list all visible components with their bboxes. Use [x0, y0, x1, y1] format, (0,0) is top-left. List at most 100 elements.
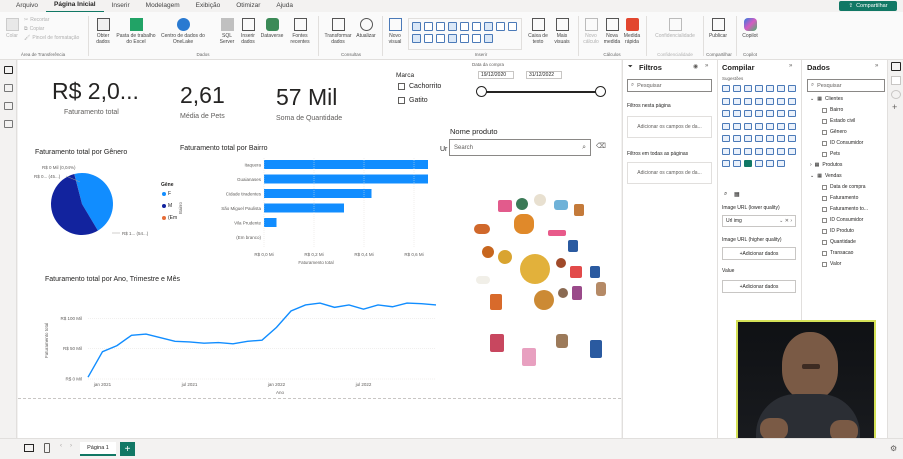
- visual-type-icon[interactable]: [733, 97, 741, 105]
- visual-type-icon[interactable]: [766, 160, 774, 167]
- gallery-visual-icon[interactable]: [448, 22, 457, 31]
- sql-server-button[interactable]: SQL Server: [218, 18, 236, 45]
- visual-type-icon[interactable]: [777, 97, 785, 105]
- visual-type-icon[interactable]: [777, 147, 785, 155]
- menu-ajuda[interactable]: Ajuda: [268, 0, 301, 12]
- visual-type-icon[interactable]: [788, 97, 796, 105]
- bar-4[interactable]: [264, 218, 277, 227]
- visual-type-icon[interactable]: [788, 147, 796, 155]
- visual-type-icon[interactable]: [744, 97, 752, 105]
- visual-type-icon[interactable]: [744, 122, 752, 130]
- date-slider-start-handle[interactable]: [476, 86, 487, 97]
- field-item[interactable]: Faturamento: [822, 195, 858, 201]
- field-item[interactable]: Faturamento to...: [822, 206, 868, 212]
- new-visual-button[interactable]: Novo visual: [385, 18, 405, 45]
- line-series[interactable]: [87, 302, 437, 378]
- bar-1[interactable]: [264, 174, 428, 184]
- dataverse-button[interactable]: Dataverse: [258, 18, 286, 39]
- collapse-icon[interactable]: »: [705, 63, 708, 69]
- onelake-button[interactable]: Centro de dados do OneLake: [160, 18, 206, 45]
- mobile-view-icon[interactable]: [44, 443, 50, 453]
- new-calc-button[interactable]: Novo cálculo: [580, 18, 602, 45]
- visual-type-icon[interactable]: [766, 85, 774, 92]
- field-item[interactable]: Bairro: [822, 107, 843, 113]
- gallery-visual-icon[interactable]: [508, 22, 517, 31]
- gallery-visual-icon[interactable]: [460, 34, 469, 43]
- date-start-input[interactable]: 19/12/2020: [478, 71, 514, 79]
- fields-tab-icon[interactable]: ⌕: [724, 191, 727, 198]
- data-search-input[interactable]: ⌕ Pesquisar: [807, 79, 885, 92]
- copilot-button[interactable]: Copilot: [738, 18, 762, 39]
- visual-type-icon[interactable]: [766, 135, 774, 142]
- filters-search-input[interactable]: ⌕ Pesquisar: [627, 79, 712, 92]
- visual-type-icon[interactable]: [755, 147, 763, 155]
- visual-type-icon[interactable]: [744, 135, 752, 142]
- visual-type-icon[interactable]: [788, 110, 796, 117]
- visual-type-icon[interactable]: [766, 122, 774, 130]
- format-tab-icon[interactable]: ▦: [734, 191, 740, 198]
- menu-arquivo[interactable]: Arquivo: [8, 0, 46, 12]
- format-painter-button[interactable]: 🖌 Pincel de formatação: [24, 35, 79, 41]
- visual-type-icon[interactable]: [722, 147, 730, 155]
- gallery-visual-icon[interactable]: [412, 34, 421, 43]
- build-pane-icon[interactable]: [891, 76, 901, 85]
- gallery-visual-icon[interactable]: [424, 34, 433, 43]
- collapse-icon[interactable]: »: [875, 63, 878, 69]
- field-item[interactable]: Quantidade: [822, 239, 856, 245]
- visual-type-icon[interactable]: [777, 85, 785, 92]
- eye-icon[interactable]: ◉: [693, 63, 698, 70]
- visual-type-icon[interactable]: [722, 85, 730, 92]
- field-item[interactable]: Transacao: [822, 250, 853, 256]
- visual-type-icon[interactable]: [777, 135, 785, 142]
- get-data-button[interactable]: Obter dados: [92, 18, 114, 45]
- visual-type-icon[interactable]: [722, 135, 730, 142]
- gallery-visual-icon[interactable]: [436, 34, 445, 43]
- new-measure-button[interactable]: Nova medida: [602, 18, 622, 45]
- gallery-visual-icon[interactable]: [484, 34, 493, 43]
- visual-type-icon[interactable]: [733, 122, 741, 130]
- visual-type-icon[interactable]: [733, 160, 741, 167]
- visual-type-icon[interactable]: [755, 135, 763, 142]
- gallery-visual-icon[interactable]: [424, 22, 433, 31]
- visual-type-icon[interactable]: [733, 85, 741, 92]
- field-item[interactable]: Gênero: [822, 129, 847, 135]
- gallery-visual-icon[interactable]: [460, 22, 469, 31]
- eraser-icon[interactable]: ⌫: [596, 142, 606, 150]
- field-item[interactable]: Data de compra: [822, 184, 866, 190]
- visual-type-icon[interactable]: [755, 160, 763, 167]
- publish-button[interactable]: Publicar: [706, 18, 730, 39]
- gallery-visual-icon[interactable]: [412, 22, 421, 31]
- visual-type-icon[interactable]: [777, 110, 785, 117]
- visual-type-icon[interactable]: [755, 122, 763, 130]
- bar-3[interactable]: [264, 203, 344, 213]
- visual-type-icon[interactable]: [722, 122, 730, 130]
- desktop-view-icon[interactable]: [24, 444, 34, 452]
- visual-type-icon[interactable]: [744, 160, 752, 167]
- copilot-pane-icon[interactable]: [891, 90, 901, 99]
- collapse-icon[interactable]: »: [789, 63, 792, 69]
- more-visuals-button[interactable]: Mais visuais: [550, 18, 574, 45]
- table-view-icon[interactable]: [4, 84, 13, 92]
- add-page-button[interactable]: +: [120, 442, 135, 456]
- visual-gallery[interactable]: [408, 18, 522, 50]
- table-node[interactable]: ⌄ ▦ Vendas: [810, 173, 842, 179]
- product-image-visual[interactable]: [454, 194, 610, 366]
- visual-type-icon[interactable]: [755, 97, 763, 105]
- visual-type-icon[interactable]: [744, 85, 752, 92]
- add-icon[interactable]: +: [892, 102, 897, 112]
- visual-type-icon[interactable]: [788, 85, 796, 92]
- cut-button[interactable]: ✂ Recortar: [24, 17, 49, 23]
- filters-page-dropzone[interactable]: Adicionar os campos de da...: [627, 116, 712, 138]
- visual-type-icon[interactable]: [733, 135, 741, 142]
- excel-button[interactable]: Pasta de trabalho do Excel: [116, 18, 156, 45]
- menu-exibicao[interactable]: Exibição: [188, 0, 229, 12]
- settings-gear-icon[interactable]: ⚙: [890, 444, 897, 453]
- bar-0[interactable]: [264, 160, 428, 169]
- visual-type-icon[interactable]: [722, 160, 730, 167]
- gallery-visual-icon[interactable]: [448, 34, 457, 43]
- field-item[interactable]: ID Produto: [822, 228, 854, 234]
- gallery-visual-icon[interactable]: [496, 22, 505, 31]
- sensitivity-button[interactable]: Confidencialidade: [652, 18, 698, 39]
- visual-type-icon[interactable]: [733, 110, 741, 117]
- table-node[interactable]: ⌄ ▦ Clientes: [810, 96, 843, 102]
